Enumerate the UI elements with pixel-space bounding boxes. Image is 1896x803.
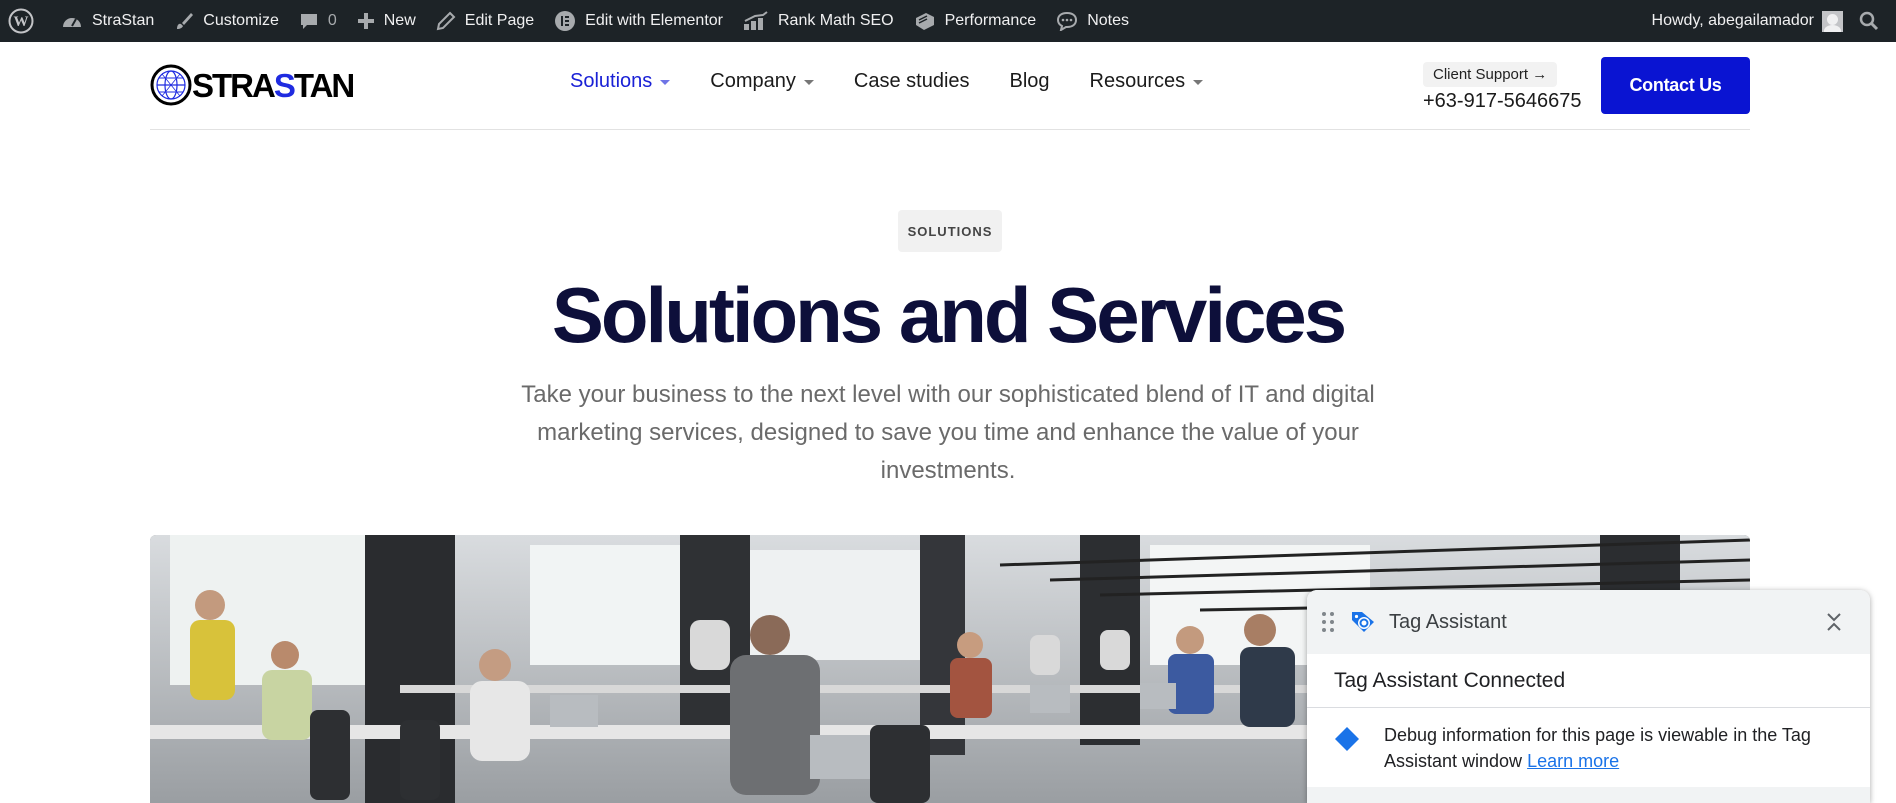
customize-label: Customize <box>203 12 279 29</box>
main-nav: Solutions Company Case studies Blog Reso… <box>570 70 1243 93</box>
drag-handle-icon[interactable] <box>1321 611 1335 633</box>
chevron-down-icon <box>660 80 671 85</box>
nav-label-resources: Resources <box>1089 70 1186 92</box>
diamond-info-icon <box>1335 727 1359 751</box>
debug-text-block: Debug information for this page is viewa… <box>1384 722 1850 774</box>
nav-item-resources[interactable]: Resources <box>1090 70 1204 93</box>
edit-page-link[interactable]: Edit Page <box>426 0 544 42</box>
paintbrush-icon <box>177 13 194 29</box>
comment-icon <box>300 14 317 29</box>
nav-label-case-studies: Case studies <box>853 70 970 92</box>
tag-assistant-debug-message: Debug information for this page is viewa… <box>1307 708 1870 774</box>
new-label: New <box>383 12 416 29</box>
user-account-menu[interactable]: Howdy, abegailamador <box>1642 0 1853 42</box>
performance-link[interactable]: Performance <box>904 0 1047 42</box>
svg-text:W: W <box>14 14 29 30</box>
performance-icon <box>915 13 934 30</box>
tag-assistant-footer-strip <box>1307 787 1870 803</box>
nav-item-blog[interactable]: Blog <box>1010 70 1050 93</box>
customize-link[interactable]: Customize <box>164 0 289 42</box>
tag-assistant-title: Tag Assistant <box>1389 610 1507 633</box>
howdy-label: Howdy, abegailamador <box>1651 12 1814 29</box>
section-tag: SOLUTIONS <box>898 210 1002 252</box>
nav-item-case-studies[interactable]: Case studies <box>854 70 970 93</box>
plus-icon <box>357 13 374 29</box>
support-phone[interactable]: +63-917-5646675 <box>1423 90 1581 113</box>
site-name-label: StraStan <box>92 12 155 29</box>
dashboard-icon <box>63 18 81 27</box>
notes-link[interactable]: Notes <box>1046 0 1139 42</box>
search-icon <box>1859 11 1879 31</box>
collapse-icon[interactable] <box>1826 611 1842 633</box>
rank-math-icon <box>744 11 768 30</box>
rank-math-link[interactable]: Rank Math SEO <box>733 0 904 42</box>
tag-assistant-panel: Tag Assistant Tag Assistant Connected De… <box>1307 590 1870 803</box>
client-support-block: Client Support → +63-917-5646675 <box>1423 62 1581 113</box>
edit-elementor-link[interactable]: Edit with Elementor <box>544 0 733 42</box>
comments-link[interactable]: 0 <box>289 0 347 42</box>
page-subtitle: Take your business to the next level wit… <box>521 381 1375 484</box>
site-logo[interactable]: STRASTAN <box>150 64 355 106</box>
wordpress-logo-button[interactable]: W <box>0 0 51 42</box>
nav-label-blog: Blog <box>1009 70 1050 92</box>
avatar <box>1822 10 1843 32</box>
logo-wordmark: STRASTAN <box>192 66 355 104</box>
admin-bar-right: Howdy, abegailamador <box>1642 0 1896 42</box>
notes-label: Notes <box>1087 12 1129 29</box>
learn-more-link[interactable]: Learn more <box>1527 751 1619 771</box>
client-support-link[interactable]: Client Support → <box>1423 62 1558 87</box>
edit-elementor-label: Edit with Elementor <box>585 12 723 29</box>
nav-item-solutions[interactable]: Solutions <box>570 70 671 93</box>
pencil-icon <box>436 11 456 31</box>
wordpress-icon: W <box>8 8 34 34</box>
nav-label-company: Company <box>710 70 796 92</box>
speech-bubble-icon <box>1057 11 1078 31</box>
globe-logo-icon <box>150 64 192 106</box>
nav-item-company[interactable]: Company <box>710 70 814 93</box>
nav-label-solutions: Solutions <box>570 70 653 92</box>
tag-assistant-icon <box>1352 612 1374 632</box>
contact-us-button[interactable]: Contact Us <box>1601 57 1750 114</box>
chevron-down-icon <box>803 80 814 85</box>
tag-assistant-status: Tag Assistant Connected <box>1307 654 1870 708</box>
comments-count: 0 <box>327 12 337 29</box>
elementor-icon <box>555 11 576 31</box>
edit-page-label: Edit Page <box>464 12 535 29</box>
page-title: Solutions and Services <box>551 271 1347 359</box>
site-name-link[interactable]: StraStan <box>51 0 164 42</box>
new-content-link[interactable]: New <box>347 0 426 42</box>
admin-search-button[interactable] <box>1853 0 1896 42</box>
rank-math-label: Rank Math SEO <box>778 12 894 29</box>
performance-label: Performance <box>944 12 1037 29</box>
site-header: STRASTAN Solutions Company Case studies … <box>150 42 1750 130</box>
chevron-down-icon <box>1193 80 1204 85</box>
wp-admin-bar: W StraStan Customize 0 New Edit Page Edi… <box>0 0 1896 42</box>
tag-assistant-header: Tag Assistant <box>1307 590 1870 654</box>
